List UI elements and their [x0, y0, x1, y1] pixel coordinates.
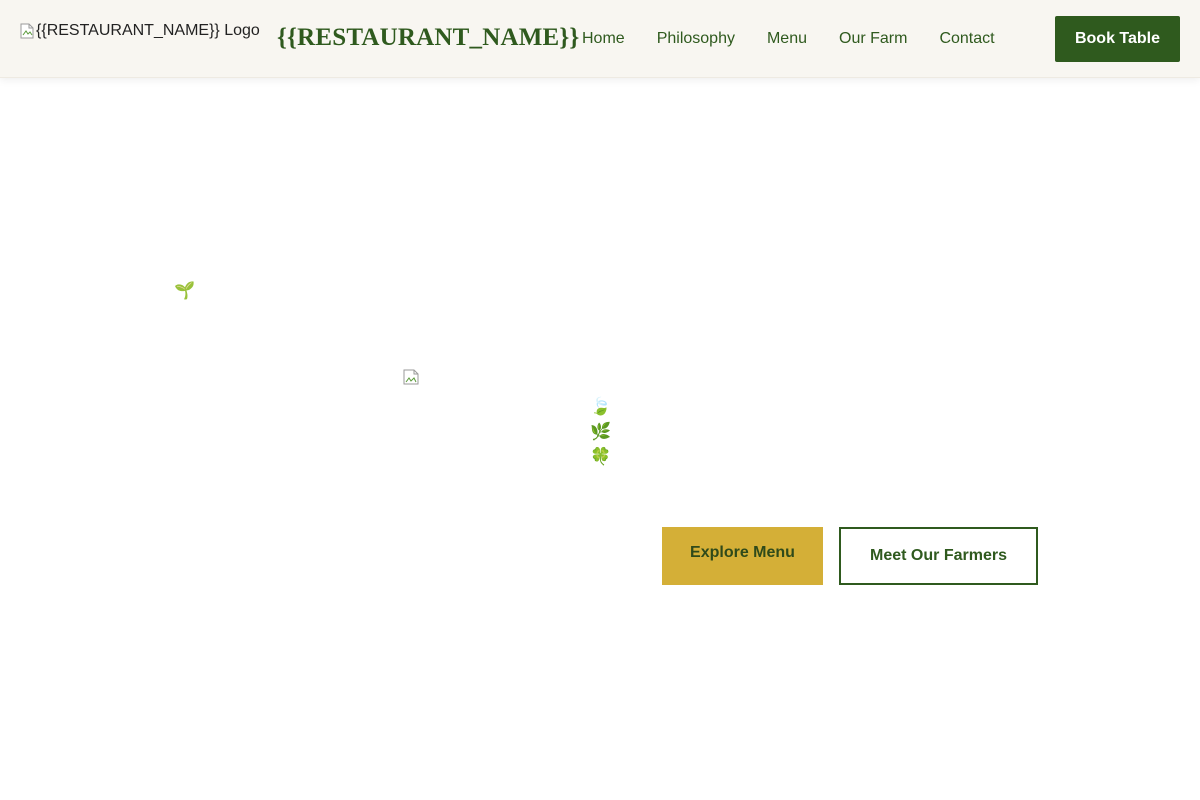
hero-section: 🌱 🍃 🌿 🍀 Explore Menu Meet Our Farmers: [0, 79, 1200, 800]
meet-our-farmers-button[interactable]: Meet Our Farmers: [839, 527, 1038, 585]
nav-link-contact[interactable]: Contact: [939, 28, 994, 50]
explore-menu-button[interactable]: Explore Menu: [662, 527, 823, 585]
nav-link-home[interactable]: Home: [582, 28, 625, 50]
site-header: {{RESTAURANT_NAME}} Logo {{RESTAURANT_NA…: [0, 0, 1200, 78]
seedling-icon: 🌱: [174, 281, 196, 300]
hero-broken-image-icon: [403, 369, 419, 385]
book-table-button[interactable]: Book Table: [1055, 16, 1180, 62]
nav-link-menu[interactable]: Menu: [767, 28, 807, 50]
broken-image-icon: [20, 23, 34, 39]
clover-icon: 🍀: [590, 447, 612, 466]
nav-link-our-farm[interactable]: Our Farm: [839, 28, 907, 50]
nav-link-philosophy[interactable]: Philosophy: [657, 28, 735, 50]
brand-name[interactable]: {{RESTAURANT_NAME}}: [277, 22, 579, 54]
logo-image[interactable]: {{RESTAURANT_NAME}} Logo: [20, 20, 260, 42]
logo-alt-text: {{RESTAURANT_NAME}} Logo: [36, 22, 260, 39]
main-nav: Home Philosophy Menu Our Farm Contact: [582, 27, 995, 51]
herb-icon: 🌿: [590, 422, 612, 441]
leaf-icon: 🍃: [590, 397, 612, 416]
